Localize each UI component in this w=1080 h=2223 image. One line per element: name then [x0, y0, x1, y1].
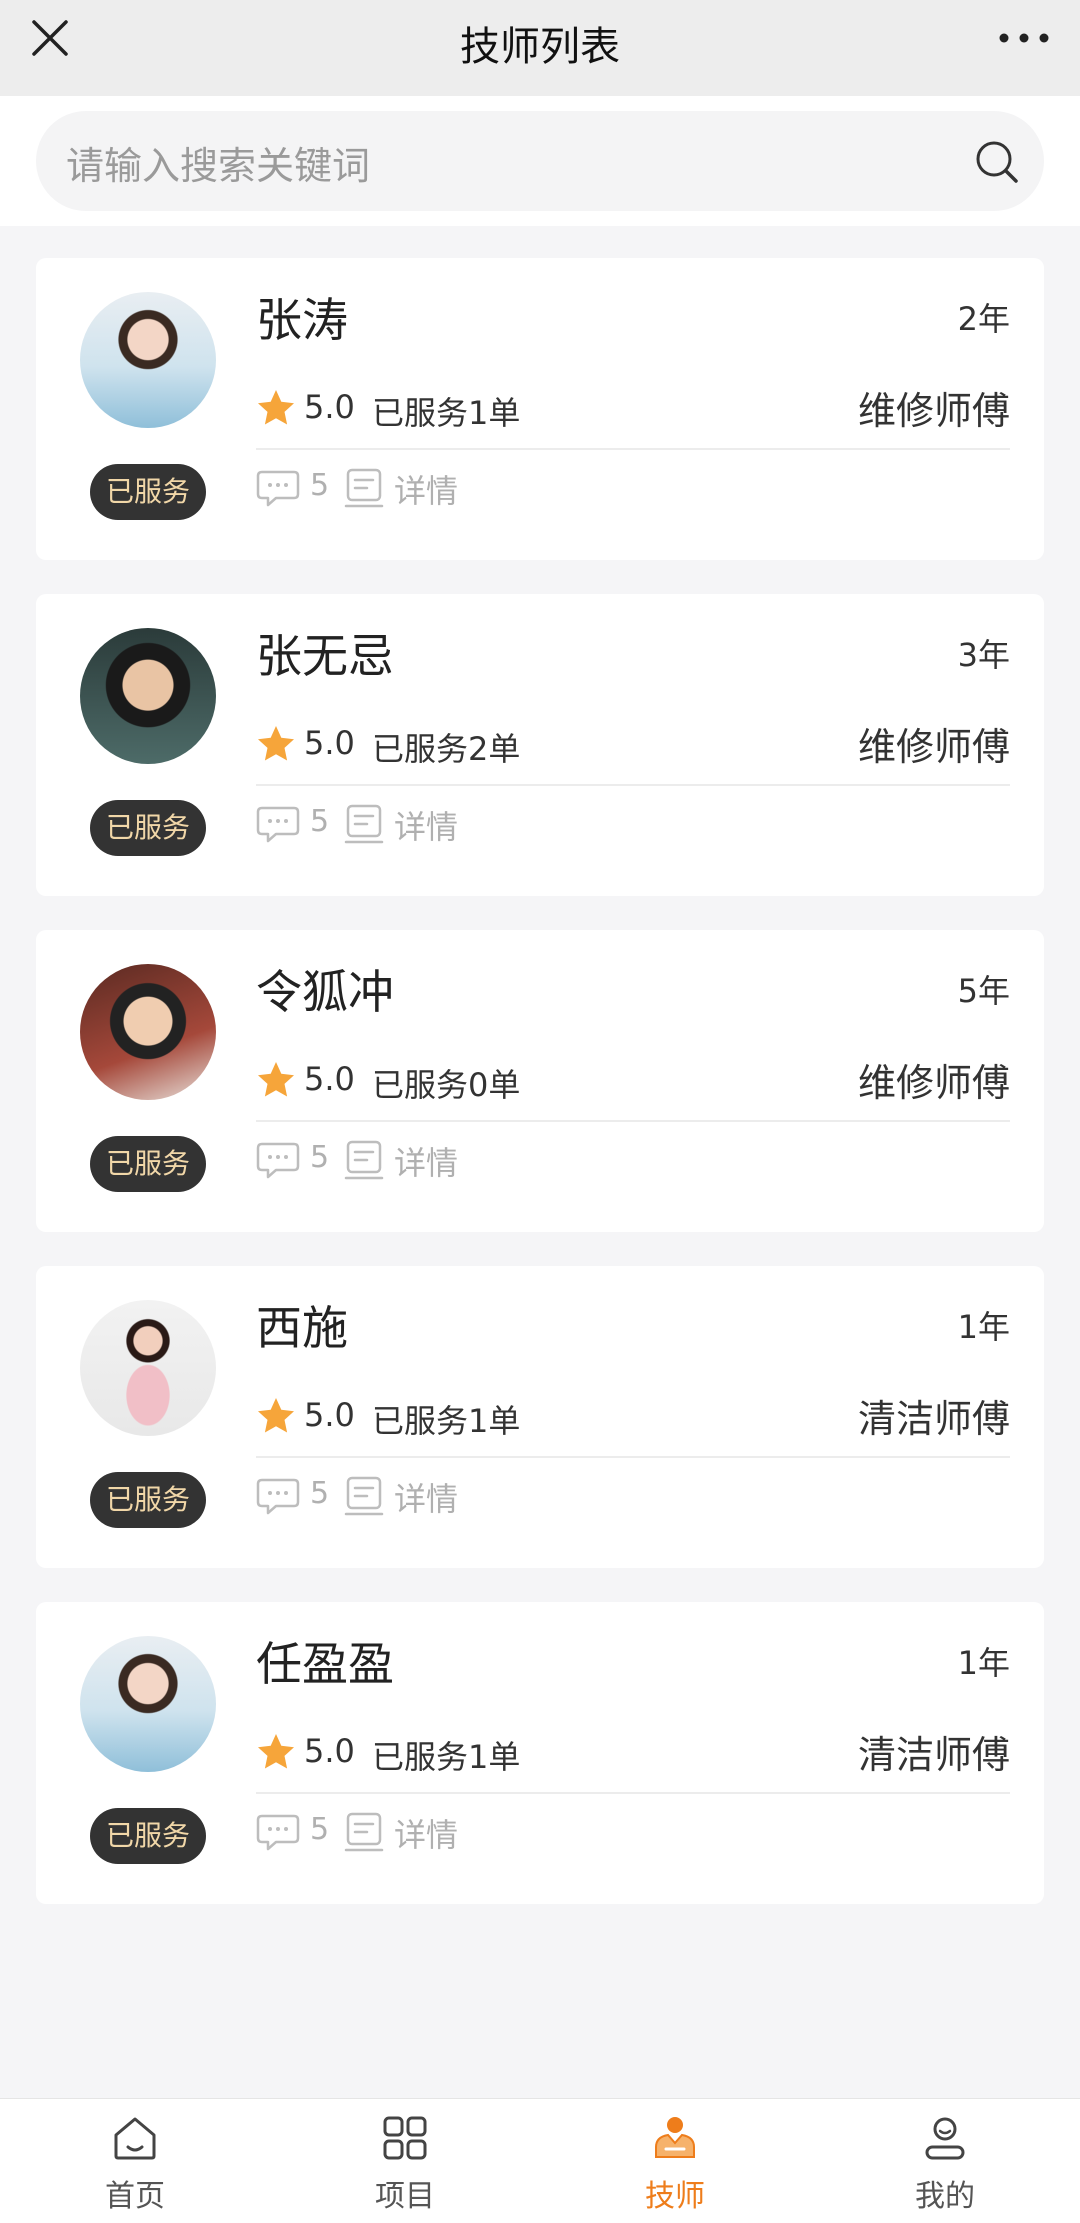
search-placeholder: 请输入搜索关键词: [66, 144, 371, 188]
comment-count: 5: [310, 804, 330, 839]
home-icon: [114, 2117, 156, 2160]
detail-link[interactable]: 详情: [394, 1138, 458, 1184]
detail-link[interactable]: 详情: [394, 1810, 458, 1856]
avatar: [80, 628, 216, 764]
tab-label: 项目: [375, 2179, 435, 2214]
star-icon: [258, 390, 294, 425]
search-section: 请输入搜索关键词: [0, 96, 1080, 226]
bottom-tab-bar: 首页 项目 技师 我的: [0, 2098, 1080, 2223]
experience-years: 5年: [957, 972, 1010, 1010]
avatar: [80, 292, 216, 428]
top-nav-bar: 技师列表: [0, 0, 1080, 96]
tab-label: 技师: [645, 2179, 705, 2214]
avatar: [80, 1636, 216, 1772]
detail-icon[interactable]: [344, 468, 384, 510]
technician-name: 张无忌: [256, 629, 394, 683]
comment-count: 5: [310, 1140, 330, 1175]
served-count: 已服务1单: [372, 394, 521, 432]
served-count: 已服务1单: [372, 1402, 521, 1440]
divider: [256, 784, 1010, 786]
technician-card[interactable]: 已服务 西施 1年 5.0 已服务1单 清洁师傅 5 详情: [36, 1266, 1044, 1568]
technician-card[interactable]: 已服务 张涛 2年 5.0 已服务1单 维修师傅 5 详情: [36, 258, 1044, 560]
detail-icon[interactable]: [344, 804, 384, 846]
divider: [256, 1120, 1010, 1122]
rating-value: 5.0: [304, 724, 355, 762]
detail-link[interactable]: 详情: [394, 802, 458, 848]
comment-icon[interactable]: [256, 1140, 300, 1180]
comment-count: 5: [310, 1812, 330, 1847]
more-dots-icon[interactable]: [996, 18, 1052, 58]
technician-name: 令狐冲: [256, 965, 394, 1019]
comment-icon[interactable]: [256, 804, 300, 844]
served-count: 已服务1单: [372, 1738, 521, 1776]
detail-icon[interactable]: [344, 1476, 384, 1518]
technician-role: 维修师傅: [857, 725, 1010, 769]
detail-icon[interactable]: [344, 1812, 384, 1854]
star-icon: [258, 726, 294, 761]
avatar: [80, 964, 216, 1100]
experience-years: 1年: [957, 1644, 1010, 1682]
grid-icon: [383, 2116, 427, 2160]
divider: [256, 1456, 1010, 1458]
divider: [256, 1792, 1010, 1794]
avatar: [80, 1300, 216, 1436]
experience-years: 1年: [957, 1308, 1010, 1346]
tab-label: 首页: [105, 2179, 165, 2214]
experience-years: 2年: [957, 300, 1010, 338]
technician-card[interactable]: 已服务 张无忌 3年 5.0 已服务2单 维修师傅 5 详情: [36, 594, 1044, 896]
technician-name: 任盈盈: [256, 1637, 394, 1691]
detail-link[interactable]: 详情: [394, 466, 458, 512]
served-count: 已服务0单: [372, 1066, 521, 1104]
star-icon: [258, 1734, 294, 1769]
served-badge: 已服务: [90, 1808, 206, 1864]
technician-name: 西施: [256, 1301, 348, 1355]
rating-value: 5.0: [304, 1732, 355, 1770]
rating-value: 5.0: [304, 1396, 355, 1434]
search-icon[interactable]: [974, 139, 1020, 185]
served-badge: 已服务: [90, 1136, 206, 1192]
technician-role: 清洁师傅: [857, 1733, 1010, 1777]
comment-count: 5: [310, 1476, 330, 1511]
divider: [256, 448, 1010, 450]
search-input[interactable]: 请输入搜索关键词: [36, 111, 1044, 211]
page-title: 技师列表: [460, 24, 620, 70]
served-badge: 已服务: [90, 800, 206, 856]
comment-icon[interactable]: [256, 1476, 300, 1516]
tab-home[interactable]: 首页: [0, 2099, 270, 2223]
detail-link[interactable]: 详情: [394, 1474, 458, 1520]
comment-icon[interactable]: [256, 468, 300, 508]
tab-label: 我的: [915, 2179, 975, 2214]
experience-years: 3年: [957, 636, 1010, 674]
star-icon: [258, 1062, 294, 1097]
technician-role: 维修师傅: [857, 1061, 1010, 1105]
technician-icon: [655, 2117, 695, 2158]
served-count: 已服务2单: [372, 730, 521, 768]
rating-value: 5.0: [304, 1060, 355, 1098]
served-badge: 已服务: [90, 1472, 206, 1528]
detail-icon[interactable]: [344, 1140, 384, 1182]
technician-role: 维修师傅: [857, 389, 1010, 433]
star-icon: [258, 1398, 294, 1433]
served-badge: 已服务: [90, 464, 206, 520]
user-icon: [925, 2117, 965, 2160]
tab-mine[interactable]: 我的: [810, 2099, 1080, 2223]
technician-name: 张涛: [256, 293, 348, 347]
rating-value: 5.0: [304, 388, 355, 426]
technician-role: 清洁师傅: [857, 1397, 1010, 1441]
comment-icon[interactable]: [256, 1812, 300, 1852]
technician-card[interactable]: 已服务 令狐冲 5年 5.0 已服务0单 维修师傅 5 详情: [36, 930, 1044, 1232]
tab-technicians[interactable]: 技师: [540, 2099, 810, 2223]
comment-count: 5: [310, 468, 330, 503]
tab-projects[interactable]: 项目: [270, 2099, 540, 2223]
technician-card[interactable]: 已服务 任盈盈 1年 5.0 已服务1单 清洁师傅 5 详情: [36, 1602, 1044, 1904]
